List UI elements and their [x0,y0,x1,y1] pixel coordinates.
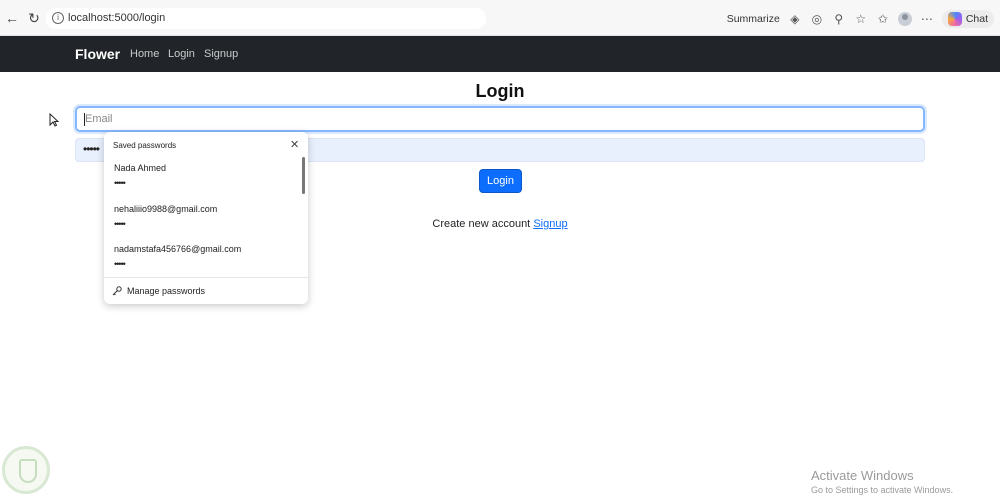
manage-passwords-button[interactable]: Manage passwords [112,286,205,296]
email-placeholder: Email [85,113,113,125]
navbar-brand[interactable]: Flower [75,46,120,62]
create-account-text: Create new account [432,218,531,230]
watermark-logo [2,446,50,494]
popup-scrollbar[interactable] [302,157,305,194]
popup-header: Saved passwords [113,141,177,150]
summarize-icon[interactable]: ◈ [788,12,802,26]
copilot-icon [947,11,962,26]
site-info-icon[interactable]: i [52,12,64,24]
browser-toolbar: ← ↻ i localhost:5000/login Summarize ◈ ◎… [0,0,1000,36]
profile-avatar[interactable] [897,11,912,26]
activate-windows-title: Activate Windows [811,468,914,483]
reload-icon[interactable]: ↻ [26,10,42,26]
page-title: Login [475,81,525,101]
login-button[interactable]: Login [479,169,522,193]
more-options-icon[interactable]: ⋯ [920,12,934,26]
location-icon[interactable]: ◎ [810,12,824,26]
copilot-chat-button[interactable]: Chat [941,9,994,28]
address-url: localhost:5000/login [68,12,166,24]
password-value: ••••• [83,142,100,156]
browser-actions: Summarize ◈ ◎ ⚲ ☆ ✩ ⋯ Chat [727,8,994,29]
nav-link-home[interactable]: Home [130,48,159,60]
popup-divider [104,277,308,278]
email-input[interactable]: Email [75,106,925,132]
close-icon[interactable]: ✕ [290,138,299,151]
saved-entry-name[interactable]: nehaliiio9988@gmail.com [114,204,217,214]
chat-label: Chat [965,12,988,25]
saved-entry-name[interactable]: nadamstafa456766@gmail.com [114,244,241,254]
favorites-list-icon[interactable]: ✩ [876,12,890,26]
text-caret [84,113,85,126]
app-navbar: Flower Home Login Signup [0,36,1000,72]
summarize-button[interactable]: Summarize [727,13,780,25]
signup-link[interactable]: Signup [533,218,567,230]
activate-windows-subtitle: Go to Settings to activate Windows. [811,485,954,495]
key-icon [112,286,122,296]
saved-entry-password: ••••• [114,178,126,188]
saved-entry-password: ••••• [114,259,126,269]
favorite-star-icon[interactable]: ☆ [854,12,868,26]
key-icon[interactable]: ⚲ [832,12,846,26]
saved-passwords-popup: Saved passwords ✕ Nada Ahmed ••••• nehal… [104,132,308,304]
saved-entry-name[interactable]: Nada Ahmed [114,163,166,173]
nav-link-login[interactable]: Login [168,48,195,60]
mouse-cursor-icon [49,113,59,127]
nav-link-signup[interactable]: Signup [204,48,238,60]
address-bar[interactable]: i localhost:5000/login [46,8,486,29]
manage-passwords-label: Manage passwords [127,286,206,296]
saved-entry-password: ••••• [114,219,126,229]
activate-windows-watermark: Activate Windows Go to Settings to activ… [811,468,953,495]
back-icon[interactable]: ← [4,10,20,26]
